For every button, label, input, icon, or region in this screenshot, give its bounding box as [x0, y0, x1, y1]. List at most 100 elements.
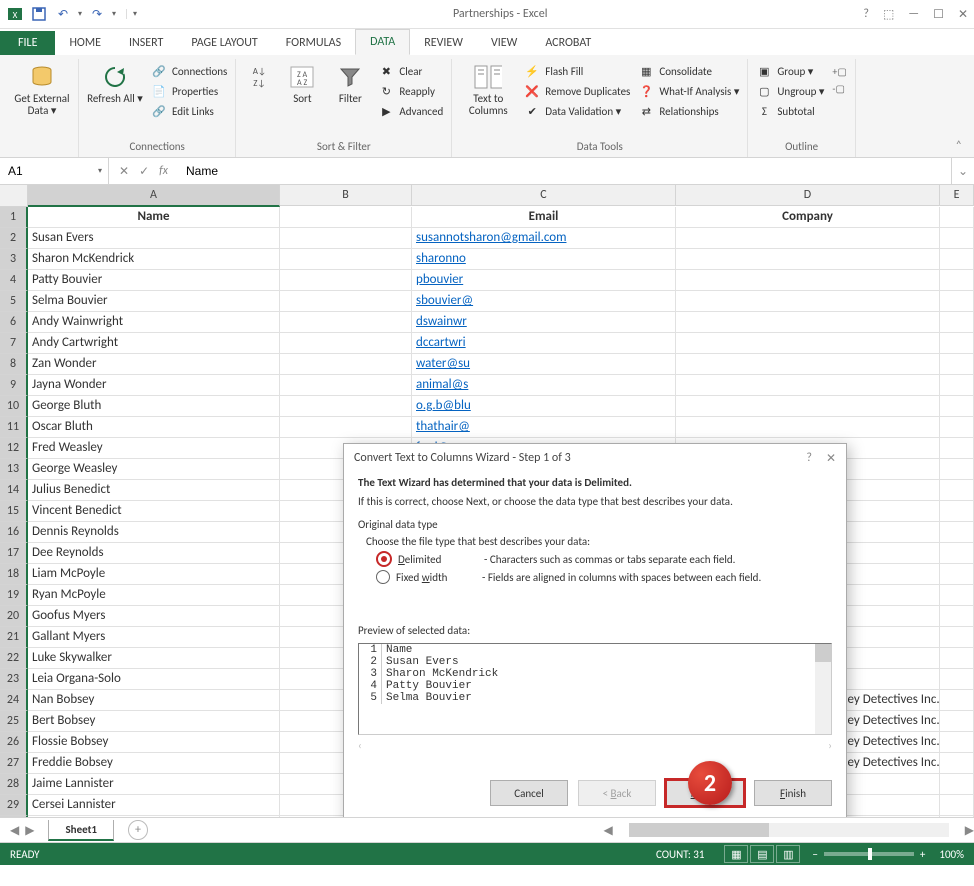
cell-C11[interactable]: thathair@ — [412, 417, 676, 438]
cell-E6[interactable] — [940, 312, 974, 333]
cell-B1[interactable] — [280, 207, 412, 228]
cell-B3[interactable] — [280, 249, 412, 270]
cell-A30[interactable]: Mario — [28, 816, 280, 818]
cell-E10[interactable] — [940, 396, 974, 417]
cell-E15[interactable] — [940, 501, 974, 522]
cell-A4[interactable]: Patty Bouvier — [28, 270, 280, 291]
cell-E1[interactable] — [940, 207, 974, 228]
delimited-label[interactable]: Delimited — [398, 553, 478, 566]
preview-scrollbar[interactable] — [815, 644, 831, 734]
cell-E5[interactable] — [940, 291, 974, 312]
cell-A3[interactable]: Sharon McKendrick — [28, 249, 280, 270]
flash-fill-button[interactable]: ⚡Flash Fill — [524, 63, 630, 79]
view-page-break-icon[interactable]: ▥ — [776, 845, 800, 863]
cell-A12[interactable]: Fred Weasley — [28, 438, 280, 459]
row-header-13[interactable]: 13 — [0, 459, 28, 480]
refresh-all-button[interactable]: Refresh All ▾ — [87, 59, 143, 105]
help-icon[interactable]: ? — [863, 7, 869, 22]
cell-A11[interactable]: Oscar Bluth — [28, 417, 280, 438]
row-header-20[interactable]: 20 — [0, 606, 28, 627]
cell-C6[interactable]: dswainwr — [412, 312, 676, 333]
tab-data[interactable]: DATA — [355, 29, 410, 55]
get-external-data-button[interactable]: Get External Data ▾ — [14, 59, 70, 117]
filter-button[interactable]: Filter — [330, 59, 370, 105]
row-header-16[interactable]: 16 — [0, 522, 28, 543]
row-header-30[interactable]: 30 — [0, 816, 28, 818]
col-header-B[interactable]: B — [280, 185, 412, 206]
remove-duplicates-button[interactable]: ❌Remove Duplicates — [524, 83, 630, 99]
delimited-radio[interactable] — [376, 551, 392, 567]
cell-D5[interactable] — [676, 291, 940, 312]
cell-A21[interactable]: Gallant Myers — [28, 627, 280, 648]
cell-D11[interactable] — [676, 417, 940, 438]
select-all-corner[interactable] — [0, 185, 28, 207]
row-header-10[interactable]: 10 — [0, 396, 28, 417]
cell-B8[interactable] — [280, 354, 412, 375]
cell-E30[interactable] — [940, 816, 974, 818]
horizontal-scrollbar[interactable] — [629, 823, 949, 837]
cell-B11[interactable] — [280, 417, 412, 438]
tab-view[interactable]: VIEW — [477, 31, 531, 55]
cell-A22[interactable]: Luke Skywalker — [28, 648, 280, 669]
undo-icon[interactable]: ↶ — [54, 5, 72, 23]
cell-A6[interactable]: Andy Wainwright — [28, 312, 280, 333]
cell-D4[interactable] — [676, 270, 940, 291]
ribbon-collapse-icon[interactable]: ˄ — [950, 135, 968, 157]
col-header-C[interactable]: C — [412, 185, 676, 206]
row-header-8[interactable]: 8 — [0, 354, 28, 375]
row-header-7[interactable]: 7 — [0, 333, 28, 354]
tab-acrobat[interactable]: ACROBAT — [531, 31, 605, 55]
cell-E21[interactable] — [940, 627, 974, 648]
row-header-23[interactable]: 23 — [0, 669, 28, 690]
cell-C8[interactable]: water@su — [412, 354, 676, 375]
cell-D8[interactable] — [676, 354, 940, 375]
clear-button[interactable]: ✖Clear — [378, 63, 443, 79]
cell-D10[interactable] — [676, 396, 940, 417]
cell-E11[interactable] — [940, 417, 974, 438]
row-header-22[interactable]: 22 — [0, 648, 28, 669]
row-header-2[interactable]: 2 — [0, 228, 28, 249]
cell-A9[interactable]: Jayna Wonder — [28, 375, 280, 396]
name-box[interactable]: ▾ — [0, 158, 109, 184]
view-page-layout-icon[interactable]: ▤ — [750, 845, 774, 863]
row-header-3[interactable]: 3 — [0, 249, 28, 270]
cell-E2[interactable] — [940, 228, 974, 249]
cell-C2[interactable]: susannotsharon@gmail.com — [412, 228, 676, 249]
cell-D6[interactable] — [676, 312, 940, 333]
cell-A8[interactable]: Zan Wonder — [28, 354, 280, 375]
close-icon[interactable]: ✕ — [958, 7, 968, 22]
cell-B7[interactable] — [280, 333, 412, 354]
connections-button[interactable]: 🔗Connections — [151, 63, 227, 79]
cell-E23[interactable] — [940, 669, 974, 690]
cell-B9[interactable] — [280, 375, 412, 396]
cell-E19[interactable] — [940, 585, 974, 606]
cell-C1[interactable]: Email — [412, 207, 676, 228]
col-header-E[interactable]: E — [940, 185, 974, 206]
zoom-out-button[interactable]: − — [812, 848, 817, 861]
tab-nav-prev-icon[interactable]: ◀ — [10, 823, 19, 838]
cell-E4[interactable] — [940, 270, 974, 291]
row-header-18[interactable]: 18 — [0, 564, 28, 585]
row-header-26[interactable]: 26 — [0, 732, 28, 753]
cell-E18[interactable] — [940, 564, 974, 585]
hscroll-right-icon[interactable]: ▶ — [965, 823, 974, 838]
cell-C7[interactable]: dccartwri — [412, 333, 676, 354]
row-header-9[interactable]: 9 — [0, 375, 28, 396]
outline-expand-icon[interactable]: +▢ — [832, 65, 846, 78]
row-header-28[interactable]: 28 — [0, 774, 28, 795]
data-validation-button[interactable]: ✔Data Validation ▾ — [524, 103, 630, 119]
cell-E7[interactable] — [940, 333, 974, 354]
row-header-11[interactable]: 11 — [0, 417, 28, 438]
row-header-14[interactable]: 14 — [0, 480, 28, 501]
reapply-button[interactable]: ↻Reapply — [378, 83, 443, 99]
row-header-25[interactable]: 25 — [0, 711, 28, 732]
dialog-help-icon[interactable]: ? — [806, 451, 812, 465]
cell-A19[interactable]: Ryan McPoyle — [28, 585, 280, 606]
cell-C5[interactable]: sbouvier@ — [412, 291, 676, 312]
cell-B10[interactable] — [280, 396, 412, 417]
cell-E3[interactable] — [940, 249, 974, 270]
zoom-in-button[interactable]: + — [920, 848, 925, 861]
name-box-dropdown-icon[interactable]: ▾ — [98, 166, 102, 176]
row-header-27[interactable]: 27 — [0, 753, 28, 774]
qat-customize-icon[interactable]: ▾ — [126, 9, 137, 19]
